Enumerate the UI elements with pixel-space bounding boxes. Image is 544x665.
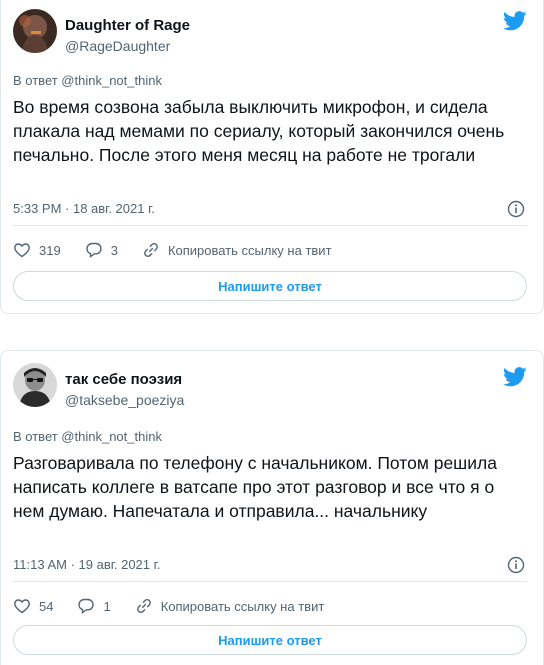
author-handle[interactable]: @RageDaughter: [65, 38, 170, 54]
tweet-card: Daughter of Rage @RageDaughter В ответ @…: [0, 0, 544, 314]
reply-button[interactable]: Напишите ответ: [13, 271, 527, 301]
reply-to-label: В ответ @think_not_think: [13, 73, 162, 88]
author-name[interactable]: так себе поэзия: [65, 371, 182, 388]
avatar[interactable]: [13, 9, 57, 53]
like-count: 54: [39, 598, 54, 614]
author-name[interactable]: Daughter of Rage: [65, 17, 190, 34]
info-icon[interactable]: [507, 200, 525, 218]
heart-icon: [14, 243, 30, 258]
timestamp[interactable]: 5:33 PM · 18 авг. 2021 г.: [13, 201, 155, 216]
twitter-logo-icon[interactable]: [503, 11, 527, 31]
reply-icon: [78, 598, 95, 614]
tweet-actions: 54 1 Копировать ссылку на твит: [13, 595, 527, 617]
reply-to-label: В ответ @think_not_think: [13, 429, 162, 444]
tweet-actions: 319 3 Копировать ссылку на твит: [13, 239, 527, 261]
copy-link-button[interactable]: Копировать ссылку на твит: [142, 241, 332, 259]
copy-link-button[interactable]: Копировать ссылку на твит: [135, 597, 325, 615]
reply-button[interactable]: Напишите ответ: [13, 625, 527, 655]
heart-icon: [14, 599, 30, 614]
tweet-card: так себе поэзия @taksebe_poeziya В ответ…: [0, 350, 544, 665]
reply-count: 3: [110, 242, 118, 258]
tweet-text: Во время созвона забыла выключить микроф…: [13, 97, 505, 165]
like-button[interactable]: 319: [13, 241, 61, 259]
reply-count: 1: [103, 598, 111, 614]
avatar[interactable]: [13, 363, 57, 407]
like-count: 319: [39, 242, 61, 258]
twitter-logo-icon[interactable]: [503, 367, 527, 387]
timestamp[interactable]: 11:13 AM · 19 авг. 2021 г.: [13, 557, 160, 572]
divider: [13, 225, 527, 226]
reply-icon: [86, 242, 102, 258]
link-icon: [136, 599, 151, 613]
reply-action[interactable]: 3: [85, 241, 118, 259]
copy-link-label: Копировать ссылку на твит: [167, 242, 332, 258]
link-icon: [144, 243, 158, 257]
divider: [13, 581, 527, 582]
tweet-text: Разговаривала по телефону с начальником.…: [13, 453, 497, 521]
info-icon[interactable]: [507, 556, 525, 574]
copy-link-label: Копировать ссылку на твит: [160, 598, 325, 614]
reply-action[interactable]: 1: [77, 597, 111, 615]
author-handle[interactable]: @taksebe_poeziya: [65, 392, 184, 408]
like-button[interactable]: 54: [13, 597, 53, 615]
